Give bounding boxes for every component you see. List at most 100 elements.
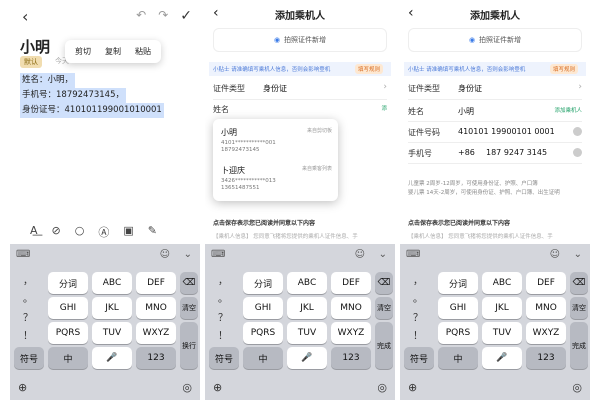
key-ghi[interactable]: GHI xyxy=(438,297,478,319)
agreement-detail[interactable]: 【乘机人信息】 您同意飞猪将您提供的乘机人证件信息、手 xyxy=(213,232,391,240)
space-key[interactable]: 🎤 xyxy=(287,347,327,369)
circle-icon[interactable]: ○ xyxy=(75,224,85,240)
keyboard-switch-icon[interactable]: ◎ xyxy=(377,381,387,394)
newline-key[interactable]: 换行 xyxy=(180,322,198,369)
symbol-key[interactable]: 符号 xyxy=(14,347,44,369)
globe-icon[interactable]: ⊕ xyxy=(408,381,417,394)
punct-key[interactable]: ！ xyxy=(218,327,228,342)
suggestion-item[interactable]: 卜迎庆 3426***********013 13651487551 来自乘客列… xyxy=(221,165,332,191)
backspace-key[interactable]: ⌫ xyxy=(570,272,588,294)
scan-id-button[interactable]: ◉ 拍照证件新增 xyxy=(213,28,387,52)
symbol-key[interactable]: 符号 xyxy=(209,347,239,369)
key-jkl[interactable]: JKL xyxy=(482,297,522,319)
emoji-icon[interactable]: ☺ xyxy=(550,249,560,260)
punct-key[interactable]: ！ xyxy=(23,327,33,342)
space-key[interactable]: 🎤 xyxy=(92,347,132,369)
space-key[interactable]: 🎤 xyxy=(482,347,522,369)
number-key[interactable]: 123 xyxy=(136,347,176,369)
image-icon[interactable]: ▣ xyxy=(123,224,133,240)
emoji-icon[interactable]: ☺ xyxy=(355,249,365,260)
punct-key[interactable]: 。 xyxy=(23,290,33,305)
clear-input-icon[interactable] xyxy=(573,148,582,157)
phone-prefix[interactable]: +86 xyxy=(458,148,475,157)
key-ghi[interactable]: GHI xyxy=(243,297,283,319)
name-row[interactable]: 姓名 小明 添加乘机人 xyxy=(408,103,582,121)
clear-key[interactable]: 清空 xyxy=(570,297,588,319)
cut-menu-item[interactable]: 剪切 xyxy=(75,46,91,57)
done-icon[interactable]: ✓ xyxy=(180,8,192,24)
key-ghi[interactable]: GHI xyxy=(48,297,88,319)
suggestion-item[interactable]: 小明 4101***********001 18792473145 来自剪切板 xyxy=(221,127,332,153)
punct-key[interactable]: ， xyxy=(413,272,423,287)
punct-key[interactable]: ， xyxy=(218,272,228,287)
punct-key[interactable]: 。 xyxy=(413,290,423,305)
paste-menu-item[interactable]: 粘贴 xyxy=(135,46,151,57)
note-body[interactable]: 姓名：小明， 手机号：18792473145， 身份证号：41010119900… xyxy=(20,73,164,118)
checklist-icon[interactable]: ⊘ xyxy=(52,224,61,240)
punct-key[interactable]: ？ xyxy=(218,309,228,324)
key-tuv[interactable]: TUV xyxy=(482,322,522,344)
clear-key[interactable]: 清空 xyxy=(180,297,198,319)
key-tuv[interactable]: TUV xyxy=(287,322,327,344)
symbol-key[interactable]: 符号 xyxy=(404,347,434,369)
id-number-row[interactable]: 证件号码 410101 19900101 0001 xyxy=(408,124,582,142)
key-jkl[interactable]: JKL xyxy=(92,297,132,319)
text-format-icon[interactable]: A͟ xyxy=(30,224,38,240)
clear-input-icon[interactable] xyxy=(573,127,582,136)
emoji-icon[interactable]: ☺ xyxy=(160,249,170,260)
globe-icon[interactable]: ⊕ xyxy=(213,381,222,394)
scan-id-button[interactable]: ◉ 拍照证件新增 xyxy=(408,28,582,52)
rules-link[interactable]: 填写规则 xyxy=(354,64,383,74)
note-tag[interactable]: 默认 xyxy=(20,56,42,68)
key-abc[interactable]: ABC xyxy=(287,272,327,294)
done-key[interactable]: 完成 xyxy=(375,322,393,369)
punct-key[interactable]: ！ xyxy=(413,327,423,342)
copy-menu-item[interactable]: 复制 xyxy=(105,46,121,57)
chinese-key[interactable]: 中 xyxy=(48,347,88,369)
redo-icon[interactable]: ↷ xyxy=(158,8,168,24)
key-jkl[interactable]: JKL xyxy=(287,297,327,319)
collapse-keyboard-icon[interactable]: ⌄ xyxy=(184,249,192,260)
id-type-row[interactable]: 证件类型 身份证 › xyxy=(213,80,387,98)
key-tuv[interactable]: TUV xyxy=(92,322,132,344)
number-key[interactable]: 123 xyxy=(526,347,566,369)
number-key[interactable]: 123 xyxy=(331,347,371,369)
keyboard-switch-icon[interactable]: ◎ xyxy=(572,381,582,394)
collapse-keyboard-icon[interactable]: ⌄ xyxy=(379,249,387,260)
chinese-key[interactable]: 中 xyxy=(438,347,478,369)
pen-icon[interactable]: Ⓐ xyxy=(98,224,109,240)
phone-row[interactable]: 手机号 +86 187 9247 3145 xyxy=(408,145,582,163)
key-abc[interactable]: ABC xyxy=(92,272,132,294)
key-wxyz[interactable]: WXYZ xyxy=(526,322,566,344)
add-passenger-link[interactable]: 添 xyxy=(381,104,387,112)
key-pqrs[interactable]: PQRS xyxy=(438,322,478,344)
clear-key[interactable]: 清空 xyxy=(375,297,393,319)
edit-icon[interactable]: ✎ xyxy=(148,224,157,240)
keyboard-logo-icon[interactable]: ⌨ xyxy=(211,249,225,260)
keyboard-logo-icon[interactable]: ⌨ xyxy=(406,249,420,260)
backspace-key[interactable]: ⌫ xyxy=(180,272,198,294)
key-def[interactable]: DEF xyxy=(136,272,176,294)
id-type-row[interactable]: 证件类型 身份证 › xyxy=(408,80,582,98)
key-mno[interactable]: MNO xyxy=(136,297,176,319)
key-wxyz[interactable]: WXYZ xyxy=(331,322,371,344)
key-abc[interactable]: ABC xyxy=(482,272,522,294)
punct-key[interactable]: ？ xyxy=(23,309,33,324)
chinese-key[interactable]: 中 xyxy=(243,347,283,369)
key-def[interactable]: DEF xyxy=(526,272,566,294)
name-row[interactable]: 姓名 添 xyxy=(213,101,387,119)
keyboard-switch-icon[interactable]: ◎ xyxy=(182,381,192,394)
key-fenci[interactable]: 分词 xyxy=(48,272,88,294)
key-wxyz[interactable]: WXYZ xyxy=(136,322,176,344)
key-mno[interactable]: MNO xyxy=(331,297,371,319)
back-icon[interactable]: ‹ xyxy=(22,7,28,26)
rules-link[interactable]: 填写规则 xyxy=(549,64,578,74)
keyboard-logo-icon[interactable]: ⌨ xyxy=(16,249,30,260)
key-pqrs[interactable]: PQRS xyxy=(48,322,88,344)
agreement-detail[interactable]: 【乘机人信息】 您同意飞猪将您提供的乘机人证件信息、手 xyxy=(408,232,586,240)
backspace-key[interactable]: ⌫ xyxy=(375,272,393,294)
punct-key[interactable]: ？ xyxy=(413,309,423,324)
undo-icon[interactable]: ↶ xyxy=(136,8,146,24)
key-pqrs[interactable]: PQRS xyxy=(243,322,283,344)
done-key[interactable]: 完成 xyxy=(570,322,588,369)
